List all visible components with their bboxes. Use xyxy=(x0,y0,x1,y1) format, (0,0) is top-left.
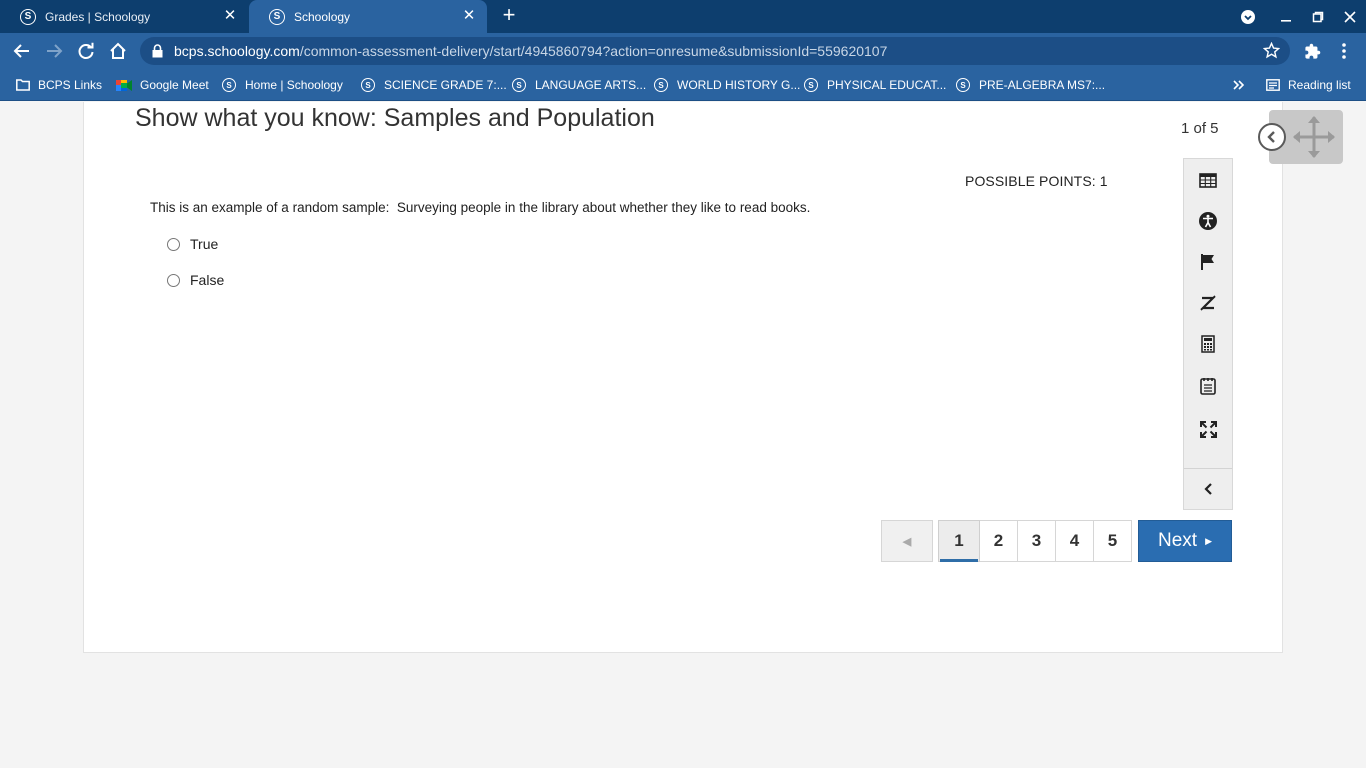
extensions-icon[interactable] xyxy=(1300,39,1324,63)
lock-icon xyxy=(152,44,163,63)
tab-title: Grades | Schoology xyxy=(45,9,151,24)
address-bar[interactable]: bcps.schoology.com/common-assessment-del… xyxy=(140,37,1290,65)
radio-button[interactable] xyxy=(167,273,180,287)
floating-tool-widget[interactable] xyxy=(1258,110,1343,165)
back-icon[interactable] xyxy=(10,39,34,63)
close-icon[interactable]: ✕ xyxy=(461,8,477,24)
choice-label: False xyxy=(190,272,225,288)
schoology-icon: S xyxy=(269,8,285,25)
page-title: Show what you know: Samples and Populati… xyxy=(135,104,655,132)
tab-title: Schoology xyxy=(294,9,351,24)
reading-list-icon xyxy=(1266,79,1280,91)
reading-list-button[interactable]: Reading list xyxy=(1266,76,1351,94)
tab-schoology[interactable]: S Schoology ✕ xyxy=(249,0,487,33)
url-text: bcps.schoology.com/common-assessment-del… xyxy=(174,43,888,59)
notepad-icon[interactable] xyxy=(1184,366,1232,406)
tab-strip: S Grades | Schoology ✕ S Schoology ✕ + xyxy=(0,0,1366,33)
schoology-icon: S xyxy=(20,8,36,25)
page-button-2[interactable]: 2 xyxy=(979,520,1018,562)
bookmark-item[interactable]: S PRE-ALGEBRA MS7:... xyxy=(956,76,1105,94)
browser-toolbar: bcps.schoology.com/common-assessment-del… xyxy=(0,33,1366,69)
page-button-3[interactable]: 3 xyxy=(1017,520,1056,562)
question-pager: ◀ 1 2 3 4 5 xyxy=(881,520,1132,562)
page-content: Show what you know: Samples and Populati… xyxy=(0,102,1366,768)
bookmarks-bar: BCPS Links Google Meet S Home | Schoolog… xyxy=(0,69,1366,101)
bookmark-star-icon[interactable] xyxy=(1262,41,1281,64)
page-button-1[interactable]: 1 xyxy=(938,520,980,562)
bookmark-item[interactable]: Google Meet xyxy=(116,76,209,94)
collapse-icon[interactable] xyxy=(1184,469,1232,509)
caret-left-icon: ◀ xyxy=(902,535,912,548)
accessibility-icon[interactable] xyxy=(1184,201,1232,241)
minimize-icon[interactable] xyxy=(1275,6,1297,28)
choice-label: True xyxy=(190,236,219,252)
schoology-icon: S xyxy=(956,78,970,92)
schoology-icon: S xyxy=(361,78,375,92)
fullscreen-icon[interactable] xyxy=(1184,409,1232,449)
schoology-icon: S xyxy=(512,78,526,92)
tab-grades[interactable]: S Grades | Schoology ✕ xyxy=(0,0,248,33)
move-icon[interactable] xyxy=(1291,114,1337,165)
bookmark-item[interactable]: S PHYSICAL EDUCAT... xyxy=(804,76,946,94)
google-meet-icon xyxy=(116,79,132,92)
radio-button[interactable] xyxy=(167,237,180,251)
next-label: Next xyxy=(1158,530,1198,551)
next-button[interactable]: Next ▶ xyxy=(1138,520,1232,562)
question-text: This is an example of a random sample: S… xyxy=(150,200,811,215)
bookmark-item[interactable]: S Home | Schoology xyxy=(222,76,343,94)
possible-points: POSSIBLE POINTS: 1 xyxy=(965,173,1108,189)
reload-icon[interactable] xyxy=(74,39,98,63)
page-button-4[interactable]: 4 xyxy=(1055,520,1094,562)
choice-false[interactable]: False xyxy=(167,272,224,288)
close-window-icon[interactable] xyxy=(1339,6,1361,28)
forward-icon[interactable] xyxy=(42,39,66,63)
eliminator-icon[interactable] xyxy=(1184,283,1232,323)
bookmark-item[interactable]: S WORLD HISTORY G... xyxy=(654,76,800,94)
bookmark-item[interactable]: BCPS Links xyxy=(16,76,102,94)
flag-icon[interactable] xyxy=(1184,242,1232,282)
caret-right-icon: ▶ xyxy=(1205,535,1212,546)
schoology-icon: S xyxy=(654,78,668,92)
schoology-icon: S xyxy=(804,78,818,92)
folder-icon xyxy=(16,79,30,91)
menu-kebab-icon[interactable] xyxy=(1332,39,1356,63)
assessment-card: Show what you know: Samples and Populati… xyxy=(83,102,1283,653)
question-counter: 1 of 5 xyxy=(1181,120,1219,137)
back-arrow-circle-icon[interactable] xyxy=(1258,123,1286,151)
calendar-table-icon[interactable] xyxy=(1184,160,1232,200)
schoology-icon: S xyxy=(222,78,236,92)
choice-true[interactable]: True xyxy=(167,236,218,252)
calculator-icon[interactable] xyxy=(1184,324,1232,364)
home-icon[interactable] xyxy=(106,39,130,63)
tool-rail xyxy=(1183,158,1233,510)
close-icon[interactable]: ✕ xyxy=(222,8,238,24)
restore-icon[interactable] xyxy=(1307,6,1329,28)
tab-search-icon[interactable] xyxy=(1237,6,1259,28)
page-button-5[interactable]: 5 xyxy=(1093,520,1132,562)
bookmark-item[interactable]: S SCIENCE GRADE 7:... xyxy=(361,76,507,94)
more-bookmarks-icon[interactable] xyxy=(1233,76,1245,94)
bookmark-item[interactable]: S LANGUAGE ARTS... xyxy=(512,76,646,94)
new-tab-button[interactable]: + xyxy=(498,4,520,27)
previous-button[interactable]: ◀ xyxy=(881,520,933,562)
